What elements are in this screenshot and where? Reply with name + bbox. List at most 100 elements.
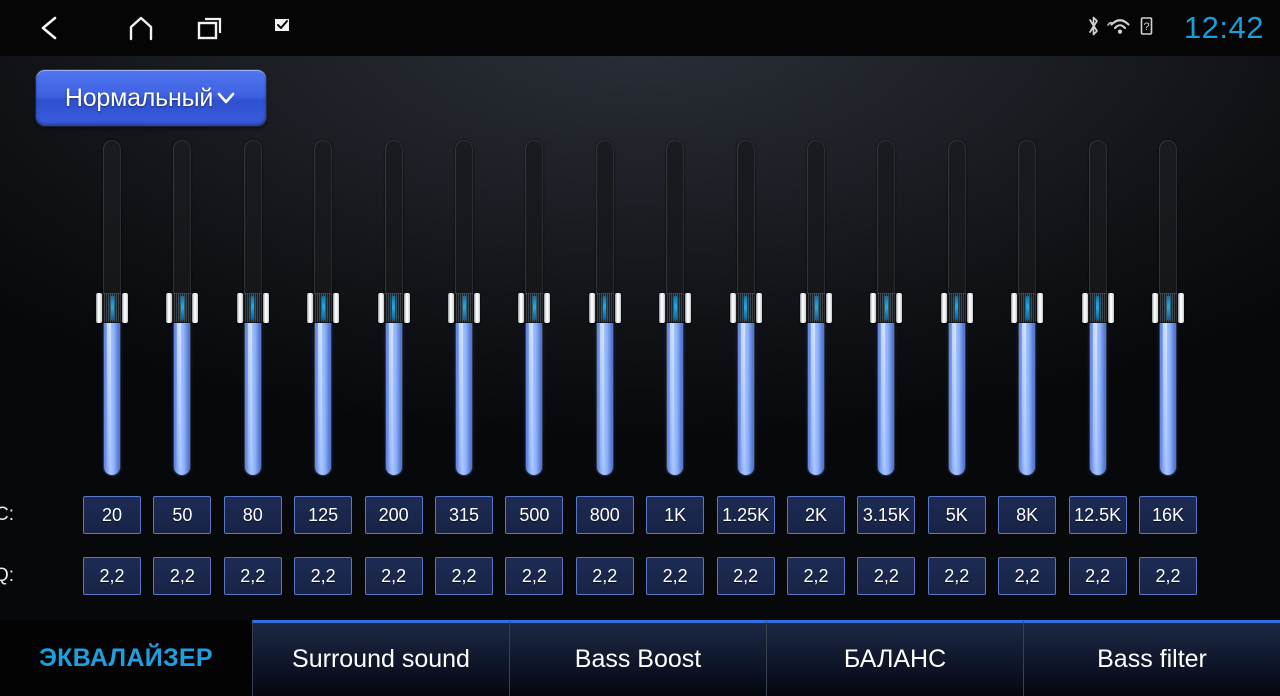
slider-thumb[interactable]	[518, 293, 551, 323]
band-slider[interactable]	[659, 140, 692, 476]
fc-value-box[interactable]: 315	[435, 496, 493, 534]
fc-value-box[interactable]: 12.5K	[1068, 496, 1127, 534]
thumb-cap-left	[1081, 293, 1088, 323]
fc-value-box[interactable]: 5K	[927, 496, 986, 534]
band-sliders	[0, 56, 1280, 486]
thumb-grip	[665, 293, 686, 323]
q-value-box[interactable]: 2,2	[1139, 557, 1197, 595]
fc-value-box[interactable]: 3.15K	[857, 496, 916, 534]
band-slider[interactable]	[518, 140, 551, 476]
q-value-box[interactable]: 2,2	[1068, 557, 1127, 595]
wifi-icon	[1106, 14, 1134, 43]
q-value-box[interactable]: 2,2	[575, 557, 634, 595]
slider-thumb[interactable]	[729, 293, 762, 323]
tab-label: Bass filter	[1097, 645, 1207, 673]
q-value-box[interactable]: 2,2	[646, 557, 705, 595]
q-value-box[interactable]: 2,2	[83, 557, 141, 595]
slider-thumb[interactable]	[96, 293, 128, 323]
band-slider[interactable]	[588, 140, 621, 476]
band-slider[interactable]	[166, 140, 199, 476]
band-slider[interactable]	[377, 140, 410, 476]
home-icon[interactable]	[110, 0, 172, 56]
thumb-cap-right	[896, 293, 903, 323]
fc-value-box[interactable]: 125	[294, 496, 353, 534]
tab-item[interactable]: Surround sound	[252, 620, 509, 696]
thumb-cap-left	[940, 293, 947, 323]
flag-icon[interactable]	[251, 0, 313, 56]
thumb-cap-right	[333, 293, 340, 323]
slider-thumb[interactable]	[659, 293, 692, 323]
thumb-grip	[1087, 293, 1108, 323]
q-value-box[interactable]: 2,2	[787, 557, 845, 595]
q-value-box[interactable]: 2,2	[435, 557, 493, 595]
q-value-box[interactable]: 2,2	[153, 557, 212, 595]
thumb-cap-left	[377, 293, 384, 323]
slider-thumb[interactable]	[800, 293, 832, 323]
q-value-box[interactable]: 2,2	[505, 557, 564, 595]
slider-thumb[interactable]	[1011, 293, 1044, 323]
fc-value-box[interactable]: 500	[505, 496, 564, 534]
band-slider[interactable]	[870, 140, 903, 476]
thumb-cap-right	[755, 293, 762, 323]
unknown-battery-icon: ?	[1139, 15, 1154, 42]
thumb-cap-right	[403, 293, 410, 323]
band-slider[interactable]	[1011, 140, 1044, 476]
fc-value-box[interactable]: 200	[364, 496, 423, 534]
slider-fill	[948, 307, 965, 475]
q-value-box[interactable]: 2,2	[364, 557, 423, 595]
tab-equalizer-active[interactable]: ЭКВАЛАЙЗЕР	[0, 620, 252, 696]
band-slider[interactable]	[729, 140, 762, 476]
band-slider[interactable]	[940, 140, 973, 476]
back-icon[interactable]	[20, 0, 82, 56]
slider-thumb[interactable]	[166, 293, 199, 323]
fc-value-box[interactable]: 80	[223, 496, 282, 534]
q-value-box[interactable]: 2,2	[223, 557, 282, 595]
clock: 12:42	[1183, 10, 1264, 45]
q-value-box[interactable]: 2,2	[927, 557, 986, 595]
fc-value-box[interactable]: 1K	[646, 496, 705, 534]
slider-thumb[interactable]	[870, 293, 903, 323]
thumb-grip	[524, 293, 545, 323]
thumb-cap-right	[685, 293, 692, 323]
thumb-grip	[1158, 293, 1178, 323]
slider-thumb[interactable]	[448, 293, 480, 323]
slider-thumb[interactable]	[588, 293, 621, 323]
band-slider[interactable]	[1152, 140, 1184, 476]
slider-thumb[interactable]	[1081, 293, 1114, 323]
fc-value-box[interactable]: 1.25K	[716, 496, 775, 534]
q-value-box[interactable]: 2,2	[998, 557, 1057, 595]
fc-value-box[interactable]: 2K	[787, 496, 845, 534]
slider-fill	[315, 307, 332, 475]
thumb-cap-right	[192, 293, 199, 323]
fc-value-box[interactable]: 16K	[1139, 496, 1197, 534]
band-slider[interactable]	[448, 140, 480, 476]
tab-item[interactable]: БАЛАНС	[766, 620, 1023, 696]
slider-fill	[526, 307, 543, 475]
slider-fill	[808, 307, 824, 475]
thumb-grip	[806, 293, 826, 323]
slider-thumb[interactable]	[940, 293, 973, 323]
slider-thumb[interactable]	[377, 293, 410, 323]
q-value-box[interactable]: 2,2	[294, 557, 353, 595]
band-slider[interactable]	[1081, 140, 1114, 476]
slider-thumb[interactable]	[1152, 293, 1184, 323]
band-slider[interactable]	[236, 140, 269, 476]
recents-icon[interactable]	[179, 0, 241, 56]
thumb-cap-right	[614, 293, 621, 323]
thumb-cap-left	[729, 293, 736, 323]
band-slider[interactable]	[800, 140, 832, 476]
slider-thumb[interactable]	[307, 293, 340, 323]
slider-fill	[596, 307, 613, 475]
tab-item[interactable]: Bass Boost	[509, 620, 766, 696]
fc-value-box[interactable]: 8K	[998, 496, 1057, 534]
fc-value-box[interactable]: 50	[153, 496, 212, 534]
tab-item[interactable]: Bass filter	[1023, 620, 1280, 696]
slider-thumb[interactable]	[236, 293, 269, 323]
fc-value-box[interactable]: 800	[575, 496, 634, 534]
band-slider[interactable]	[96, 140, 128, 476]
thumb-grip	[454, 293, 474, 323]
q-value-box[interactable]: 2,2	[716, 557, 775, 595]
fc-value-box[interactable]: 20	[83, 496, 141, 534]
q-value-box[interactable]: 2,2	[857, 557, 916, 595]
band-slider[interactable]	[307, 140, 340, 476]
